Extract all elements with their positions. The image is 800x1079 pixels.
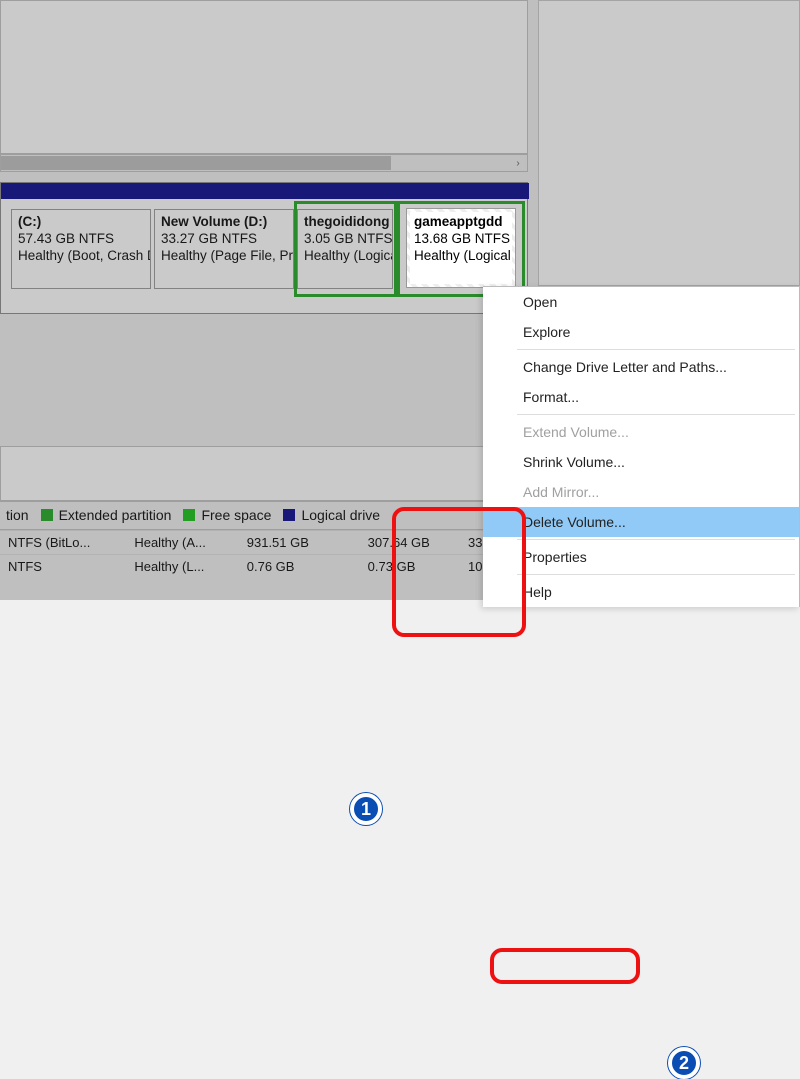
scrollbar-right-arrow[interactable]: ›	[509, 155, 527, 171]
menu-change-drive-letter[interactable]: Change Drive Letter and Paths...	[483, 352, 799, 382]
menu-shrink-volume[interactable]: Shrink Volume...	[483, 447, 799, 477]
partition-d-status: Healthy (Page File, Primary Partition)	[161, 248, 287, 265]
legend-swatch-logical	[283, 509, 295, 521]
cell-fs: NTFS (BitLo...	[0, 531, 126, 555]
partition-c-size: 57.43 GB NTFS	[18, 231, 144, 248]
partition-thegoididong[interactable]: thegoididong 3.05 GB NTFS Healthy (Logic…	[297, 209, 393, 289]
disk-header-bar	[1, 183, 529, 199]
legend-logical-label: Logical drive	[301, 507, 380, 523]
upper-blank-panel	[0, 0, 528, 154]
legend-bar: tion Extended partition Free space Logic…	[0, 500, 528, 530]
menu-extend-volume: Extend Volume...	[483, 417, 799, 447]
menu-format[interactable]: Format...	[483, 382, 799, 412]
cell-cap: 931.51 GB	[239, 531, 339, 555]
partition-d-size: 33.27 GB NTFS	[161, 231, 287, 248]
partition-d[interactable]: New Volume (D:) 33.27 GB NTFS Healthy (P…	[154, 209, 294, 289]
menu-help[interactable]: Help	[483, 577, 799, 607]
menu-open[interactable]: Open	[483, 287, 799, 317]
menu-properties[interactable]: Properties	[483, 542, 799, 572]
cell-health: Healthy (A...	[126, 531, 238, 555]
legend-swatch-extended	[41, 509, 53, 521]
scrollbar-track[interactable]	[1, 155, 509, 171]
partition-e-title: thegoididong	[304, 214, 386, 231]
horizontal-scrollbar[interactable]: ›	[0, 154, 528, 172]
cell-free: 0.73 GB	[360, 555, 460, 579]
legend-free-label: Free space	[201, 507, 271, 523]
menu-separator	[517, 414, 795, 415]
spacer-panel	[0, 446, 528, 502]
context-menu: Open Explore Change Drive Letter and Pat…	[483, 286, 800, 607]
cell-fs: NTFS	[0, 555, 126, 579]
partition-c[interactable]: (C:) 57.43 GB NTFS Healthy (Boot, Crash …	[11, 209, 151, 289]
cell-health: Healthy (L...	[126, 555, 238, 579]
menu-separator	[517, 349, 795, 350]
partition-gameapptgdd[interactable]: gameapptgdd 13.68 GB NTFS Healthy (Logic…	[406, 208, 516, 288]
right-side-panel	[538, 0, 800, 286]
menu-delete-volume[interactable]: Delete Volume...	[483, 507, 799, 537]
partition-e-size: 3.05 GB NTFS	[304, 231, 386, 248]
partition-e-status: Healthy (Logical Drive)	[304, 248, 386, 265]
partition-f-size: 13.68 GB NTFS	[414, 231, 508, 248]
annotation-marker-2: 2	[668, 1047, 700, 1079]
partition-c-status: Healthy (Boot, Crash Dump, Primary Parti…	[18, 248, 144, 265]
cell-free: 307.64 GB	[360, 531, 460, 555]
legend-swatch-free	[183, 509, 195, 521]
legend-extended-label: Extended partition	[59, 507, 172, 523]
volume-list-table: NTFS (BitLo... Healthy (A... 931.51 GB 3…	[0, 530, 528, 578]
partition-c-title: (C:)	[18, 214, 144, 231]
annotation-highlight-2	[490, 948, 640, 984]
legend-truncated-text: tion	[6, 507, 29, 523]
partition-f-status: Healthy (Logical Drive)	[414, 248, 508, 265]
menu-add-mirror: Add Mirror...	[483, 477, 799, 507]
annotation-marker-1: 1	[350, 793, 382, 825]
partition-d-title: New Volume (D:)	[161, 214, 287, 231]
partition-f-title: gameapptgdd	[414, 214, 508, 231]
scrollbar-thumb[interactable]	[1, 156, 391, 170]
table-row[interactable]: NTFS Healthy (L... 0.76 GB 0.73 GB 100 %	[0, 555, 528, 579]
table-row[interactable]: NTFS (BitLo... Healthy (A... 931.51 GB 3…	[0, 531, 528, 555]
menu-separator	[517, 539, 795, 540]
cell-cap: 0.76 GB	[239, 555, 339, 579]
menu-explore[interactable]: Explore	[483, 317, 799, 347]
menu-separator	[517, 574, 795, 575]
